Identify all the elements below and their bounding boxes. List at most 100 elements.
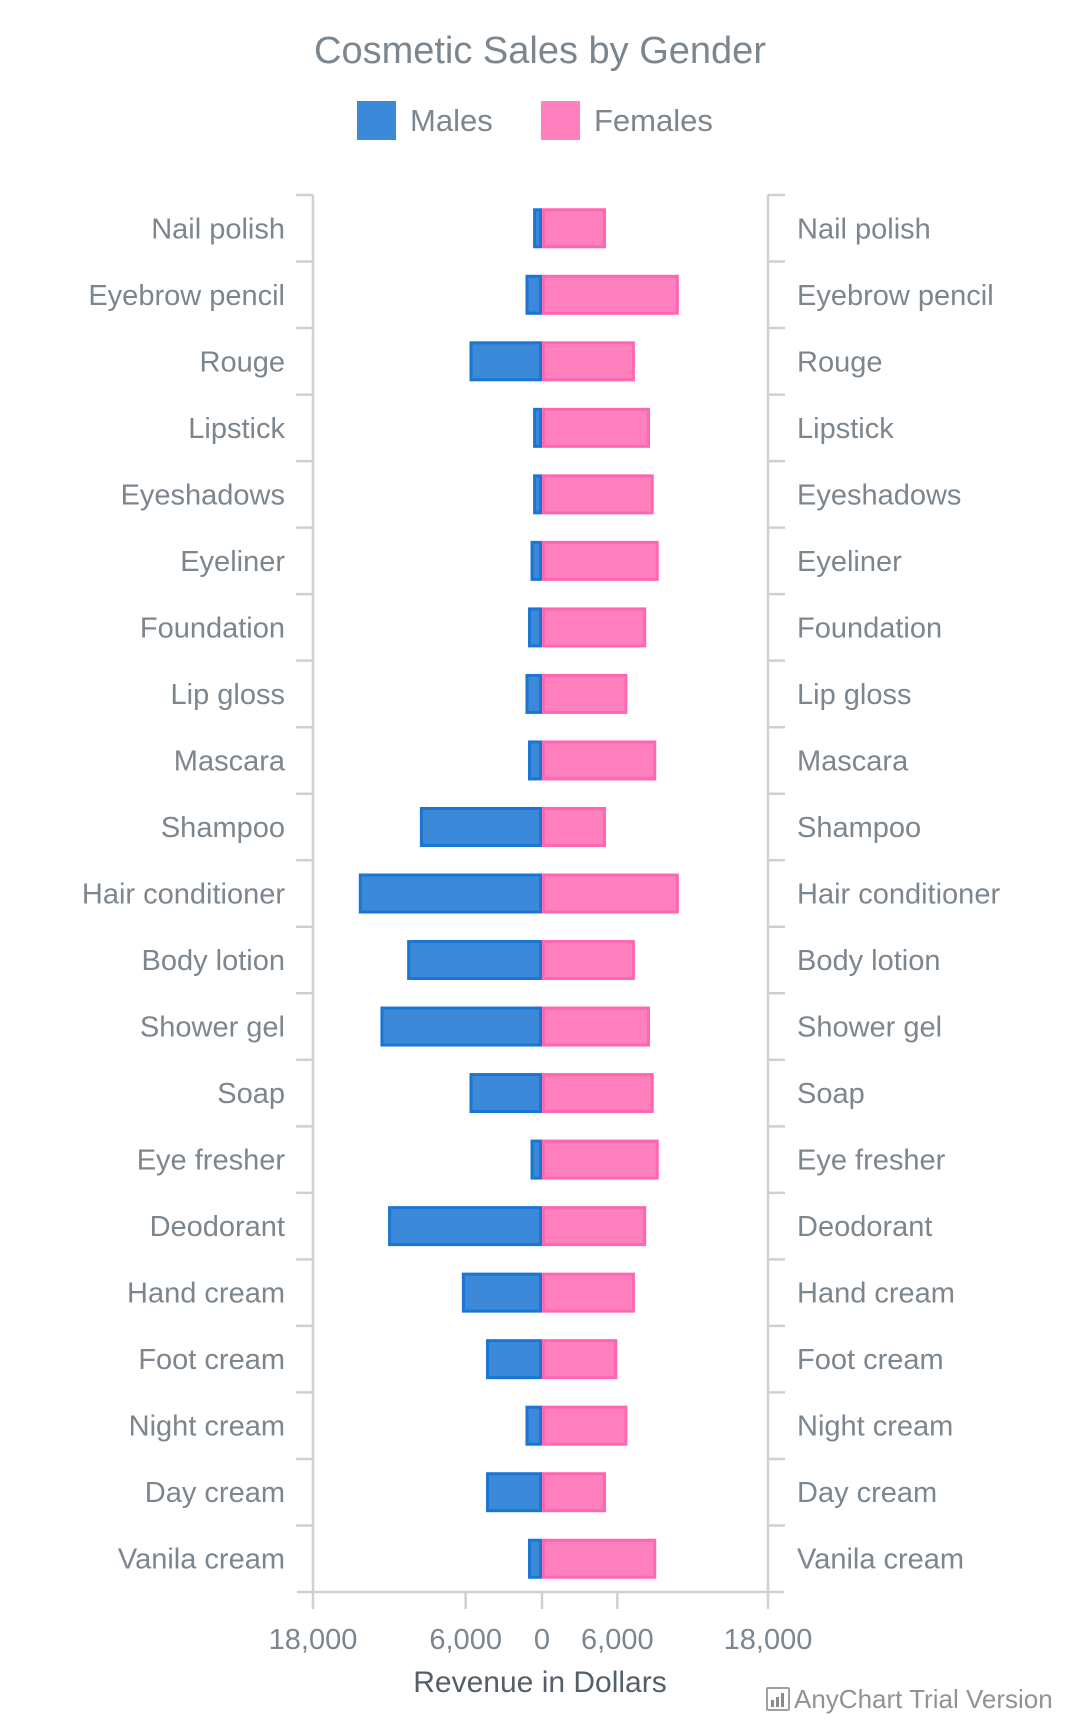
category-label-right: Mascara (797, 745, 909, 777)
legend-swatch-females (541, 101, 580, 140)
bar-males-lip-gloss[interactable] (525, 673, 543, 714)
bar-males-day-cream[interactable] (486, 1472, 542, 1513)
bar-females-night-cream[interactable] (542, 1405, 628, 1446)
bar-females-eyebrow-pencil[interactable] (542, 274, 679, 315)
bar-females-deodorant[interactable] (542, 1206, 647, 1247)
category-label-right: Eyeliner (797, 546, 902, 578)
category-label-left: Soap (217, 1078, 285, 1110)
category-label-left: Foundation (140, 612, 285, 644)
bar-females-day-cream[interactable] (542, 1472, 607, 1513)
bar-males-eyebrow-pencil[interactable] (525, 274, 543, 315)
category-label-right: Day cream (797, 1477, 937, 1509)
category-label-right: Shampoo (797, 812, 921, 844)
legend-item-females[interactable]: Females (541, 101, 713, 140)
category-label-right: Vanila cream (797, 1544, 964, 1576)
bar-males-nail-polish[interactable] (533, 208, 542, 249)
bar-males-night-cream[interactable] (525, 1405, 543, 1446)
category-label-right: Nail polish (797, 213, 931, 245)
legend-label-males: Males (410, 103, 493, 138)
category-label-left: Lipstick (188, 413, 285, 445)
bar-males-foundation[interactable] (528, 607, 542, 648)
category-labels-left: Nail polish Eyebrow pencil Rouge Lipstick Ey… (82, 213, 286, 1575)
category-label-left: Eyeshadows (121, 479, 285, 511)
bar-males-hair-conditioner[interactable] (358, 873, 542, 914)
x-axis-title: Revenue in Dollars (413, 1666, 666, 1699)
bar-males-eyeshadows[interactable] (533, 474, 542, 515)
bar-males-vanila-cream[interactable] (528, 1538, 542, 1579)
category-label-left: Eyeliner (180, 546, 285, 578)
bar-males-shampoo[interactable] (419, 806, 542, 847)
bar-females-rouge[interactable] (542, 341, 635, 382)
category-label-right: Foot cream (797, 1344, 944, 1376)
category-label-left: Eye fresher (137, 1145, 286, 1177)
bar-females-nail-polish[interactable] (542, 208, 607, 249)
bar-males-eye-fresher[interactable] (530, 1139, 542, 1180)
legend-item-males[interactable]: Males (357, 101, 493, 140)
category-label-right: Eyebrow pencil (797, 280, 994, 312)
category-label-right: Eye fresher (797, 1145, 946, 1177)
category-label-left: Deodorant (150, 1211, 285, 1243)
category-label-left: Mascara (174, 745, 286, 777)
bar-females-lip-gloss[interactable] (542, 673, 628, 714)
category-label-right: Lip gloss (797, 679, 911, 711)
category-label-right: Foundation (797, 612, 942, 644)
category-label-left: Shower gel (140, 1012, 285, 1044)
bar-females-hand-cream[interactable] (542, 1272, 635, 1313)
category-label-right: Rouge (797, 346, 882, 378)
category-label-left: Night cream (129, 1411, 285, 1443)
bar-females-eyeliner[interactable] (542, 540, 659, 581)
category-label-left: Nail polish (151, 213, 285, 245)
bar-females-foundation[interactable] (542, 607, 647, 648)
chart-title: Cosmetic Sales by Gender (314, 30, 766, 72)
bar-females-eye-fresher[interactable] (542, 1139, 659, 1180)
bar-females-hair-conditioner[interactable] (542, 873, 679, 914)
category-label-left: Vanila cream (118, 1544, 285, 1576)
bar-females-shower-gel[interactable] (542, 1006, 650, 1047)
category-label-right: Body lotion (797, 945, 941, 977)
bar-males-hand-cream[interactable] (461, 1272, 543, 1313)
bar-males-mascara[interactable] (528, 740, 542, 781)
legend-swatch-males (357, 101, 396, 140)
x-axis-ticks: 18,000 6,000 0 6,000 18,000 (269, 1592, 813, 1656)
bar-females-vanila-cream[interactable] (542, 1538, 657, 1579)
category-label-left: Day cream (145, 1477, 285, 1509)
bars (358, 208, 679, 1579)
bar-females-body-lotion[interactable] (542, 940, 635, 981)
bar-males-rouge[interactable] (469, 341, 543, 382)
bar-males-shower-gel[interactable] (380, 1006, 542, 1047)
chart: Cosmetic Sales by Gender Males Females N… (82, 30, 1053, 1714)
category-label-right: Lipstick (797, 413, 894, 445)
category-label-right: Eyeshadows (797, 479, 961, 511)
watermark-text: AnyChart Trial Version (794, 1684, 1053, 1714)
bar-chart-icon (766, 1687, 790, 1711)
bar-females-mascara[interactable] (542, 740, 657, 781)
category-label-left: Shampoo (161, 812, 285, 844)
legend-label-females: Females (594, 103, 713, 138)
bar-males-deodorant[interactable] (388, 1206, 542, 1247)
category-label-left: Hair conditioner (82, 879, 285, 911)
bar-males-lipstick[interactable] (533, 407, 542, 448)
x-tick-label: 18,000 (724, 1624, 813, 1656)
watermark: AnyChart Trial Version (766, 1684, 1053, 1714)
category-label-left: Foot cream (138, 1344, 285, 1376)
bar-females-foot-cream[interactable] (542, 1339, 618, 1380)
category-label-right: Soap (797, 1078, 865, 1110)
category-label-right: Hair conditioner (797, 879, 1000, 911)
bar-males-body-lotion[interactable] (407, 940, 542, 981)
category-label-left: Lip gloss (171, 679, 285, 711)
bar-females-eyeshadows[interactable] (542, 474, 654, 515)
category-label-right: Night cream (797, 1411, 953, 1443)
bar-males-eyeliner[interactable] (530, 540, 542, 581)
category-label-left: Hand cream (127, 1278, 285, 1310)
x-tick-label: 18,000 (269, 1624, 358, 1656)
category-label-left: Body lotion (142, 945, 286, 977)
bar-females-shampoo[interactable] (542, 806, 607, 847)
bar-females-lipstick[interactable] (542, 407, 650, 448)
category-label-right: Hand cream (797, 1278, 955, 1310)
bar-males-foot-cream[interactable] (486, 1339, 542, 1380)
category-label-right: Shower gel (797, 1012, 942, 1044)
bar-males-soap[interactable] (469, 1073, 543, 1114)
legend: Males Females (357, 101, 713, 140)
bar-females-soap[interactable] (542, 1073, 654, 1114)
category-label-left: Eyebrow pencil (88, 280, 285, 312)
